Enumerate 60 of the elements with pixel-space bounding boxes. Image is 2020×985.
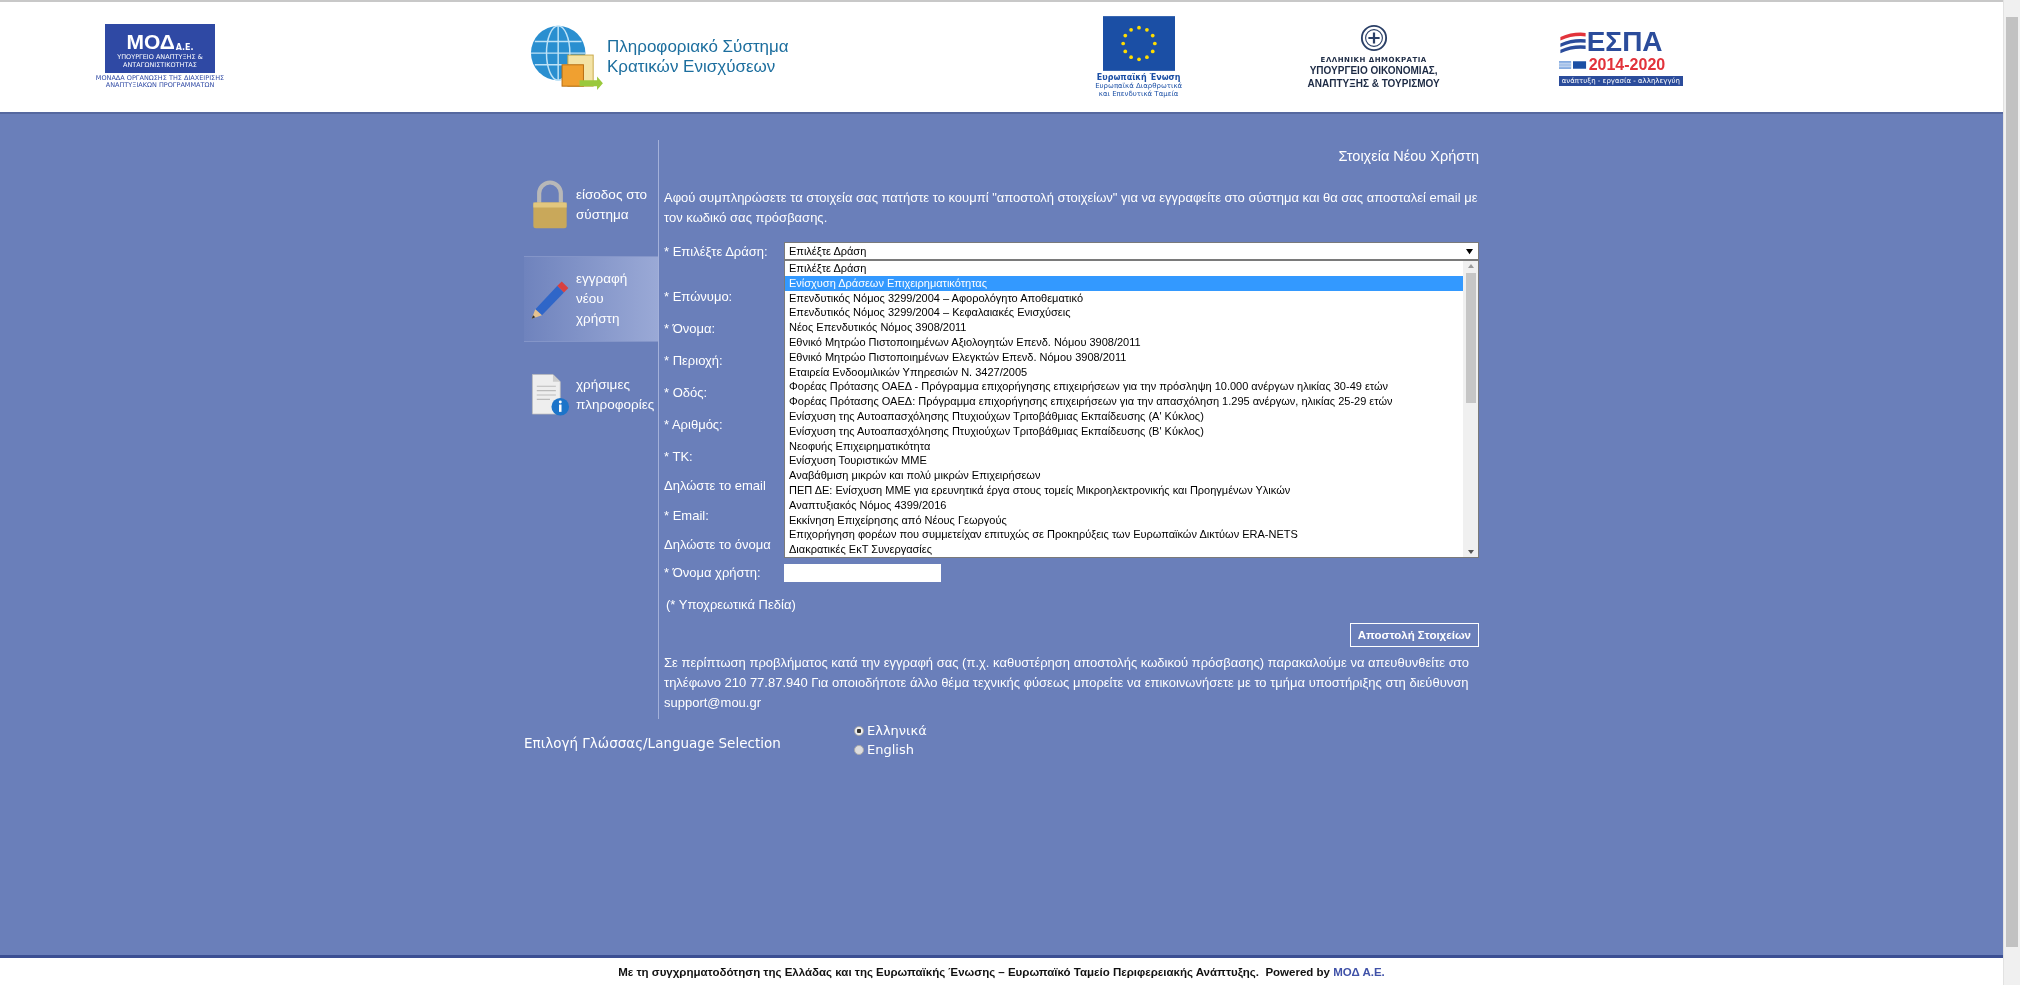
caret-icon bbox=[1465, 247, 1474, 255]
radio-button[interactable] bbox=[854, 725, 864, 736]
logo-text: Α.Ε. bbox=[175, 42, 194, 52]
logo-text: 2014-2020 bbox=[1588, 56, 1666, 74]
dropdown-option[interactable]: Φορέας Πρότασης ΟΑΕΔ: Πρόγραμμα επιχορήγησης επιχειρήσεων για την απασχόληση 1.295 ανέργων, ηλικίας 25-29 ετών bbox=[785, 394, 1463, 409]
scrollbar[interactable] bbox=[1463, 261, 1478, 557]
field-label: * Οδός: bbox=[664, 384, 709, 400]
hint-text: Δηλώστε το όνομα bbox=[664, 537, 771, 552]
dropdown-option[interactable]: Νέος Επενδυτικός Νόμος 3908/2011 bbox=[785, 320, 1463, 335]
radio-label[interactable]: Ελληνικά bbox=[867, 723, 927, 738]
intro-text: Αφού συμπληρώσετε τα στοιχεία σας πατήστε το κουμπί "αποστολή στοιχείων" για να εγγραφείτε στο σύστημα και θα σας αποσταλεί email με τον κωδικό σας πρόσβασης. bbox=[664, 189, 1479, 227]
field-label: * Επιλέξτε Δράση: bbox=[664, 243, 769, 259]
flags-icon bbox=[1558, 60, 1587, 70]
dropdown-option[interactable]: Αναβάθμιση μικρών και πολύ μικρών Επιχειρήσεων bbox=[785, 468, 1463, 483]
logo-text: ΜΟΔ bbox=[126, 31, 175, 52]
footer-text: Με τη συγχρηματοδότηση της Ελλάδας και της Ευρωπαϊκής Ένωσης – Ευρωπαϊκό Ταμείο Περιφερειακής Ανάπτυξης. Powered by ΜΟΔ Α.Ε. bbox=[618, 965, 1385, 978]
submit-button[interactable]: Αποστολή Στοιχείων bbox=[1349, 623, 1479, 647]
eu-flag-icon bbox=[1102, 15, 1175, 71]
field-label: * Αριθμός: bbox=[664, 416, 724, 432]
radio-label[interactable]: English bbox=[867, 742, 914, 757]
sidebar-item[interactable]: χρήσιμες πληροφορίες bbox=[524, 360, 658, 430]
dropdown-option[interactable]: Ενίσχυση της Αυτοαπασχόλησης Πτυχιούχων Τριτοβάθμιας Εκπαίδευσης (Β' Κύκλος) bbox=[785, 423, 1463, 439]
dropdown-option[interactable]: Νεοφυής Επιχειρηματικότητα bbox=[785, 438, 1463, 454]
stripes-icon bbox=[1558, 30, 1587, 54]
field-label: * Email: bbox=[664, 507, 710, 523]
emblem-icon bbox=[1359, 24, 1388, 52]
action-dropdown[interactable]: Επιλέξτε Δράση bbox=[784, 242, 1479, 260]
input-field[interactable] bbox=[784, 563, 941, 582]
field-label: * Όνομα: bbox=[664, 320, 717, 336]
dropdown-option[interactable]: Επιλέξτε Δράση bbox=[785, 261, 1463, 276]
field-label: * Επώνυμο: bbox=[664, 288, 734, 304]
logo-text: Πληροφοριακό Σύστημα Κρατικών Ενισχύσεων bbox=[607, 37, 789, 77]
field-label: * Όνομα χρήστη: bbox=[664, 565, 762, 580]
dropdown-option[interactable]: Διακρατικές ΕκΤ Συνεργασίες bbox=[785, 542, 1463, 557]
field-label: * Περιοχή: bbox=[664, 352, 724, 368]
dropdown-option[interactable]: Επιχορήγηση φορέων που συμμετείχαν επιτυχώς σε Προκηρύξεις των Ευρωπαϊκών Δικτύων ERA-NETS bbox=[785, 527, 1463, 543]
dropdown-option[interactable]: ΠΕΠ ΔΕ: Ενίσχυση ΜΜΕ για ερευνητικά έργα στους τομείς Μικροηλεκτρονικής και Προηγμένων Υλικών bbox=[785, 482, 1463, 498]
dropdown-option[interactable]: Εθνικό Μητρώο Πιστοποιημένων Ελεγκτών Επενδ. Νόμου 3908/2011 bbox=[785, 349, 1463, 365]
company-link[interactable]: ΜΟΔ Α.Ε. bbox=[1333, 965, 1385, 978]
dropdown-option[interactable]: Επενδυτικός Νόμος 3299/2004 – Αφορολόγητο Αποθεματικό bbox=[785, 290, 1463, 306]
logo-text: Ευρωπαϊκή Ένωση bbox=[1096, 72, 1181, 82]
dropdown-option[interactable]: Επενδυτικός Νόμος 3299/2004 – Κεφαλαιακές Ενισχύσεις bbox=[785, 305, 1463, 321]
dropdown-option[interactable]: Φορέας Πρότασης ΟΑΕΔ - Πρόγραμμα επιχορήγησης επιχειρήσεων για την πρόσληψη 10.000 ανέργων ηλικίας 30-49 ετών bbox=[785, 379, 1463, 395]
dropdown-option[interactable]: Ενίσχυση της Αυτοαπασχόλησης Πτυχιούχων Τριτοβάθμιας Εκπαίδευσης (Α' Κύκλος) bbox=[785, 408, 1463, 424]
radio-button[interactable] bbox=[854, 744, 864, 755]
dropdown-option[interactable]: Εθνικό Μητρώο Πιστοποιημένων Αξιολογητών Επενδ. Νόμου 3908/2011 bbox=[785, 335, 1463, 350]
required-note: (* Υποχρεωτικά Πεδία) bbox=[666, 597, 797, 614]
field-label: * ΤΚ: bbox=[664, 448, 694, 464]
support-text: Σε περίπτωση προβλήματος κατά την εγγραφή σας (π.χ. καθυστέρηση αποστολής κωδικού πρόσβασης) παρακαλούμε να απευθυνθείτε στο τηλέφωνο 210 77.87.940 Για οποιοδήποτε άλλο θέμα τεχνικής φύσεως μπορείτε να επικοινωνήσετε με το τμήμα υποστήριξης στη διεύθυνση support@mou.gr bbox=[664, 654, 1470, 712]
dropdown-option[interactable]: Αναπτυξιακός Νόμος 4399/2016 bbox=[785, 497, 1463, 513]
dropdown-option[interactable]: Εκκίνηση Επιχείρησης από Νέους Γεωργούς bbox=[785, 512, 1463, 528]
sidebar-item[interactable]: είσοδος στο σύστημα bbox=[524, 170, 658, 240]
logo-text: ΕΣΠΑ bbox=[1586, 28, 1663, 56]
dropdown-option[interactable]: Εταιρεία Ενδοομιλικών Υπηρεσιών Ν. 3427/2005 bbox=[785, 364, 1463, 380]
logo-text: ΥΠΟΥΡΓΕΙΟ ΟΙΚΟΝΟΜΙΑΣ, ΑΝΑΠΤΥΞΗΣ & ΤΟΥΡΙΣΜΟΥ bbox=[1307, 64, 1440, 90]
dropdown-option[interactable]: Ενίσχυση Τουριστικών ΜΜΕ bbox=[785, 453, 1463, 469]
hint-text: Δηλώστε το email bbox=[664, 478, 766, 493]
language-label: Επιλογή Γλώσσας/Language Selection bbox=[524, 734, 782, 753]
page-scrollbar[interactable] bbox=[2003, 0, 2020, 985]
form-title: Στοιχεία Νέου Χρήστη bbox=[1337, 148, 1479, 164]
